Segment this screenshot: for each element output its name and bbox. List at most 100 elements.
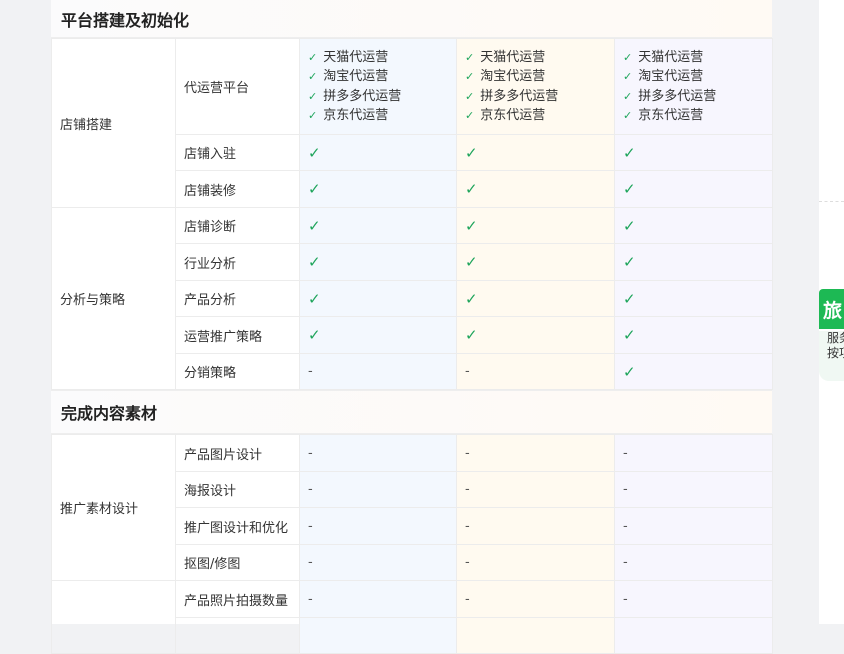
check-icon: ✓ xyxy=(623,362,636,381)
value-cell: ✓ xyxy=(456,170,615,208)
category-cell: 推广素材设计 xyxy=(51,434,176,581)
item-cell: 店铺诊断 xyxy=(175,207,300,244)
value-cell: - xyxy=(299,471,457,508)
list-item: ✓ 拼多多代运营 xyxy=(465,88,559,104)
check-icon: ✓ xyxy=(308,89,318,103)
value-cell: ✓ xyxy=(614,243,773,281)
dash-mark: - xyxy=(308,445,313,461)
check-icon: ✓ xyxy=(308,70,318,83)
check-icon: ✓ xyxy=(465,143,478,162)
category-cell xyxy=(51,580,176,654)
value-cell: - xyxy=(299,353,457,390)
check-icon: ✓ xyxy=(465,109,475,122)
side-promo-text: 服务 按项 xyxy=(819,331,844,381)
side-promo-tab[interactable]: 旅 xyxy=(819,289,844,329)
check-icon: ✓ xyxy=(465,89,475,103)
platform-list-cell: ✓ 天猫代运营 ✓ 淘宝代运营 ✓ 拼多多代运营 ✓ 京东代运营 xyxy=(299,38,457,135)
dash-mark: - xyxy=(623,445,628,461)
dash-mark: - xyxy=(308,555,313,570)
check-icon: ✓ xyxy=(623,109,633,122)
side-promo-tab-label: 旅 xyxy=(822,299,842,322)
check-icon: ✓ xyxy=(623,50,633,64)
category-cell: 店铺搭建 xyxy=(51,38,176,208)
item-cell: 产品分析 xyxy=(175,280,300,317)
check-icon: ✓ xyxy=(623,143,636,162)
platform-setup-table: 店铺搭建 代运营平台 ✓ 天猫代运营 ✓ 淘宝代运营 ✓ 拼多多代运营 ✓ 京东代运营 … xyxy=(51,38,773,390)
table-row: 分析与策略 店铺诊断 ✓ ✓ ✓ xyxy=(51,207,773,390)
item-cell: 产品照片拍摄数量 xyxy=(175,580,300,618)
platform-list: ✓ 天猫代运营 ✓ 淘宝代运营 ✓ 拼多多代运营 ✓ 京东代运营 xyxy=(465,48,606,126)
value-cell: - xyxy=(456,434,615,472)
list-item: ✓ 淘宝代运营 xyxy=(623,69,704,84)
dash-mark: - xyxy=(308,591,313,607)
dash-mark: - xyxy=(465,591,470,607)
section-title-platform-setup: 平台搭建及初始化 xyxy=(51,0,772,38)
dash-mark: - xyxy=(465,555,470,570)
list-item: ✓ 京东代运营 xyxy=(465,108,546,123)
category-cell: 分析与策略 xyxy=(51,207,176,390)
check-icon: ✓ xyxy=(465,326,478,344)
dash-mark: - xyxy=(465,518,470,534)
side-promo-line: 服务 xyxy=(827,331,844,345)
check-icon: ✓ xyxy=(465,180,478,198)
dash-mark: - xyxy=(465,482,470,497)
value-cell: ✓ xyxy=(299,134,457,171)
item-cell: 代运营平台 xyxy=(175,38,300,135)
check-icon: ✓ xyxy=(623,216,636,235)
check-icon: ✓ xyxy=(308,216,321,235)
platform-list: ✓ 天猫代运营 ✓ 淘宝代运营 ✓ 拼多多代运营 ✓ 京东代运营 xyxy=(308,48,448,126)
check-icon: ✓ xyxy=(465,216,478,235)
value-cell: - xyxy=(614,434,773,472)
value-cell: ✓ xyxy=(614,353,773,390)
item-cell xyxy=(175,617,300,654)
value-cell: - xyxy=(299,544,457,581)
value-cell: ✓ xyxy=(456,280,615,317)
divider xyxy=(819,201,844,202)
value-cell: - xyxy=(456,507,615,545)
item-cell: 行业分析 xyxy=(175,243,300,281)
dash-mark: - xyxy=(623,591,628,607)
check-icon: ✓ xyxy=(308,50,318,64)
check-icon: ✓ xyxy=(308,326,321,344)
value-cell: - xyxy=(614,544,773,581)
side-promo-line: 按项 xyxy=(827,346,844,360)
dash-mark: - xyxy=(308,518,313,534)
item-cell: 运营推广策略 xyxy=(175,316,300,354)
list-item: ✓ 拼多多代运营 xyxy=(623,88,717,104)
platform-list-cell: ✓ 天猫代运营 ✓ 淘宝代运营 ✓ 拼多多代运营 ✓ 京东代运营 xyxy=(614,38,773,135)
list-item: ✓ 拼多多代运营 xyxy=(308,88,402,104)
value-cell: ✓ xyxy=(614,207,773,244)
value-cell: - xyxy=(456,353,615,390)
table-row: 产品照片拍摄数量 - - - xyxy=(51,580,773,654)
check-icon: ✓ xyxy=(623,326,636,344)
dash-mark: - xyxy=(465,445,470,461)
value-cell: ✓ xyxy=(456,134,615,171)
value-cell: ✓ xyxy=(299,243,457,281)
platform-list: ✓ 天猫代运营 ✓ 淘宝代运营 ✓ 拼多多代运营 ✓ 京东代运营 xyxy=(623,48,764,126)
dash-mark: - xyxy=(623,482,628,497)
value-cell: ✓ xyxy=(614,134,773,171)
check-icon: ✓ xyxy=(465,289,478,308)
item-cell: 产品图片设计 xyxy=(175,434,300,472)
value-cell: - xyxy=(456,471,615,508)
package-comparison-panel: 平台搭建及初始化 店铺搭建 代运营平台 ✓ 天猫代运营 ✓ 淘宝代运营 ✓ 拼多多代运… xyxy=(51,0,773,654)
check-icon: ✓ xyxy=(308,143,321,162)
item-cell: 店铺入驻 xyxy=(175,134,300,171)
check-icon: ✓ xyxy=(623,180,636,198)
item-cell: 抠图/修图 xyxy=(175,544,300,581)
list-item: ✓ 天猫代运营 xyxy=(623,49,704,65)
check-icon: ✓ xyxy=(308,289,321,308)
check-icon: ✓ xyxy=(465,70,475,83)
value-cell xyxy=(614,617,773,654)
table-row: 店铺搭建 代运营平台 ✓ 天猫代运营 ✓ 淘宝代运营 ✓ 拼多多代运营 ✓ 京东代运营 … xyxy=(51,38,773,208)
dash-mark: - xyxy=(623,518,628,534)
value-cell: ✓ xyxy=(456,207,615,244)
value-cell: ✓ xyxy=(299,170,457,208)
value-cell xyxy=(456,617,615,654)
check-icon: ✓ xyxy=(465,50,475,64)
item-cell: 推广图设计和优化 xyxy=(175,507,300,545)
check-icon: ✓ xyxy=(308,109,318,122)
value-cell: ✓ xyxy=(614,316,773,354)
check-icon: ✓ xyxy=(623,89,633,103)
value-cell: ✓ xyxy=(299,280,457,317)
